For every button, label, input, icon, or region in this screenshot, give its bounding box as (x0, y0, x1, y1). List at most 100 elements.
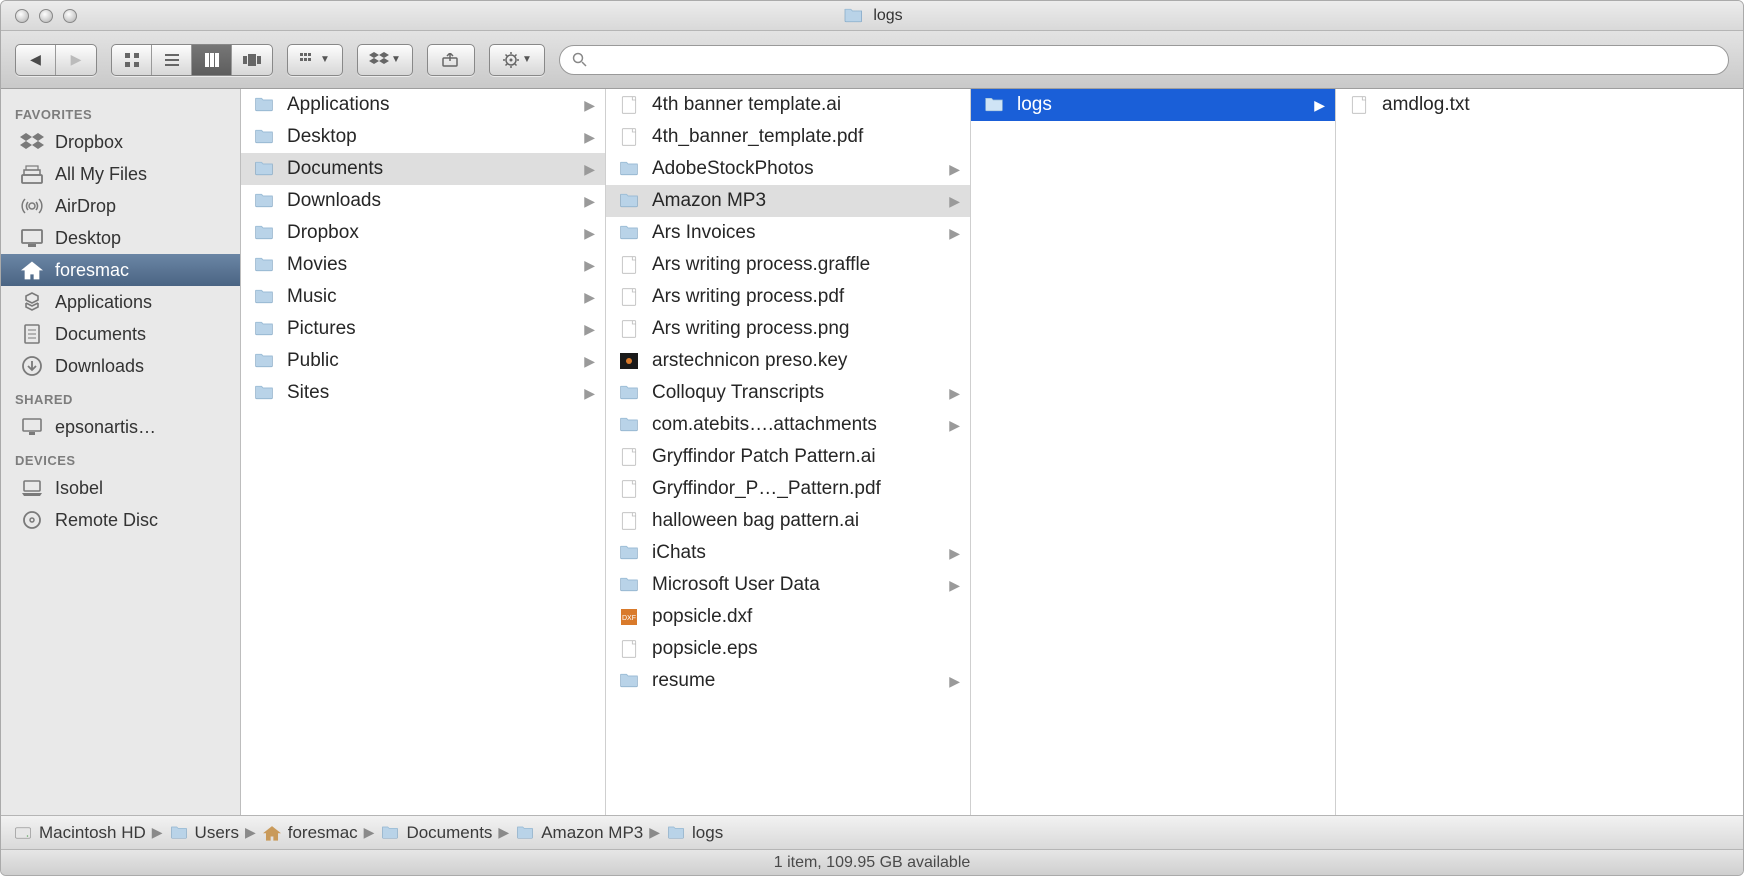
allfiles-icon (19, 163, 45, 185)
path-bar[interactable]: Macintosh HD▶Users▶foresmac▶Documents▶Am… (1, 815, 1743, 849)
column[interactable]: Applications▶Desktop▶Documents▶Downloads… (241, 89, 606, 815)
sidebar-item[interactable]: Desktop (1, 222, 240, 254)
column-item[interactable]: Dropbox▶ (241, 217, 605, 249)
column-item[interactable]: Public▶ (241, 345, 605, 377)
item-label: Pictures (287, 318, 574, 340)
column-item[interactable]: com.atebits….attachments▶ (606, 409, 970, 441)
chevron-right-icon: ▶ (584, 257, 595, 274)
zoom-button[interactable] (63, 9, 77, 23)
path-segment[interactable]: Amazon MP3 (515, 823, 643, 843)
item-label: Music (287, 286, 574, 308)
coverflow-view-button[interactable] (232, 45, 272, 75)
file-icon (616, 670, 642, 692)
column-item[interactable]: arstechnicon preso.key (606, 345, 970, 377)
chevron-right-icon: ▶ (949, 417, 960, 434)
chevron-right-icon: ▶ (584, 289, 595, 306)
path-segment[interactable]: foresmac (262, 823, 358, 843)
column-item[interactable]: Movies▶ (241, 249, 605, 281)
column-item[interactable]: Documents▶ (241, 153, 605, 185)
sidebar-item[interactable]: foresmac (1, 254, 240, 286)
dropbox-icon (19, 131, 45, 153)
sidebar-item[interactable]: epsonartis… (1, 411, 240, 443)
column-item[interactable]: Pictures ▶ (241, 313, 605, 345)
sidebar-item[interactable]: Applications (1, 286, 240, 318)
column-item[interactable]: Music ▶ (241, 281, 605, 313)
column-view-button[interactable] (192, 45, 232, 75)
close-button[interactable] (15, 9, 29, 23)
column-item[interactable]: popsicle.eps (606, 633, 970, 665)
search-field[interactable] (559, 45, 1729, 75)
column-item[interactable]: halloween bag pattern.ai (606, 505, 970, 537)
sidebar-item[interactable]: Remote Disc (1, 504, 240, 536)
path-segment[interactable]: Macintosh HD (13, 823, 146, 843)
forward-button[interactable]: ▶ (56, 45, 96, 75)
file-icon (251, 158, 277, 180)
column-item[interactable]: Gryffindor_P…_Pattern.pdf (606, 473, 970, 505)
icon-view-button[interactable] (112, 45, 152, 75)
item-label: iChats (652, 542, 939, 564)
path-label: Amazon MP3 (541, 823, 643, 843)
column-item[interactable]: iChats▶ (606, 537, 970, 569)
sidebar-item[interactable]: Dropbox (1, 126, 240, 158)
column-item[interactable]: Desktop▶ (241, 121, 605, 153)
back-button[interactable]: ◀ (16, 45, 56, 75)
chevron-right-icon: ▶ (364, 824, 375, 841)
sidebar-item[interactable]: AirDrop (1, 190, 240, 222)
minimize-button[interactable] (39, 9, 53, 23)
chevron-right-icon: ▶ (949, 673, 960, 690)
column[interactable]: amdlog.txt (1336, 89, 1701, 815)
sidebar-item[interactable]: Isobel (1, 472, 240, 504)
column-item[interactable]: Sites▶ (241, 377, 605, 409)
action-button[interactable]: ▼ (489, 44, 545, 76)
column-item[interactable]: Ars writing process.graffle (606, 249, 970, 281)
search-input[interactable] (595, 51, 1716, 68)
column-item[interactable]: resume▶ (606, 665, 970, 697)
sidebar-item[interactable]: Documents (1, 318, 240, 350)
column-item[interactable]: Ars writing process.png (606, 313, 970, 345)
column-item[interactable]: Applications▶ (241, 89, 605, 121)
list-view-button[interactable] (152, 45, 192, 75)
chevron-right-icon: ▶ (584, 161, 595, 178)
column-item[interactable]: AdobeStockPhotos▶ (606, 153, 970, 185)
chevron-right-icon: ▶ (949, 385, 960, 402)
path-segment[interactable]: Users (169, 823, 239, 843)
share-button[interactable] (427, 44, 475, 76)
titlebar[interactable]: logs (1, 1, 1743, 31)
desktop-icon (19, 227, 45, 249)
column-item[interactable]: logs▶ (971, 89, 1335, 121)
path-segment[interactable]: Documents (380, 823, 492, 843)
home-icon (19, 259, 45, 281)
sidebar-item[interactable]: All My Files (1, 158, 240, 190)
column[interactable]: 4th banner template.ai 4th_banner_templat… (606, 89, 971, 815)
column-item[interactable]: Gryffindor Patch Pattern.ai (606, 441, 970, 473)
column-item[interactable]: Downloads▶ (241, 185, 605, 217)
path-segment[interactable]: logs (666, 823, 723, 843)
column-item[interactable]: amdlog.txt (1336, 89, 1701, 121)
column-item[interactable]: 4th_banner_template.pdf (606, 121, 970, 153)
sidebar-item[interactable]: Downloads (1, 350, 240, 382)
disc-icon (19, 509, 45, 531)
item-label: arstechnicon preso.key (652, 350, 960, 372)
item-label: 4th_banner_template.pdf (652, 126, 960, 148)
item-label: Dropbox (287, 222, 574, 244)
column[interactable]: logs▶ (971, 89, 1336, 815)
chevron-right-icon: ▶ (584, 321, 595, 338)
arrange-button[interactable]: ▼ (287, 44, 343, 76)
column-item[interactable]: Ars writing process.pdf (606, 281, 970, 313)
chevron-right-icon: ▶ (152, 824, 163, 841)
item-label: Ars Invoices (652, 222, 939, 244)
path-icon (262, 824, 282, 842)
column-item[interactable]: Ars Invoices▶ (606, 217, 970, 249)
item-label: 4th banner template.ai (652, 94, 960, 116)
sidebar[interactable]: FAVORITESDropboxAll My FilesAirDropDeskt… (1, 89, 241, 815)
file-icon (616, 190, 642, 212)
column-item[interactable]: 4th banner template.ai (606, 89, 970, 121)
column-item[interactable]: Amazon MP3▶ (606, 185, 970, 217)
dropbox-button[interactable]: ▼ (357, 44, 413, 76)
column-item[interactable]: Colloquy Transcripts▶ (606, 377, 970, 409)
column-item[interactable]: DXF popsicle.dxf (606, 601, 970, 633)
svg-text:DXF: DXF (622, 615, 636, 622)
item-label: popsicle.dxf (652, 606, 960, 628)
column-item[interactable]: Microsoft User Data▶ (606, 569, 970, 601)
item-label: Ars writing process.graffle (652, 254, 960, 276)
